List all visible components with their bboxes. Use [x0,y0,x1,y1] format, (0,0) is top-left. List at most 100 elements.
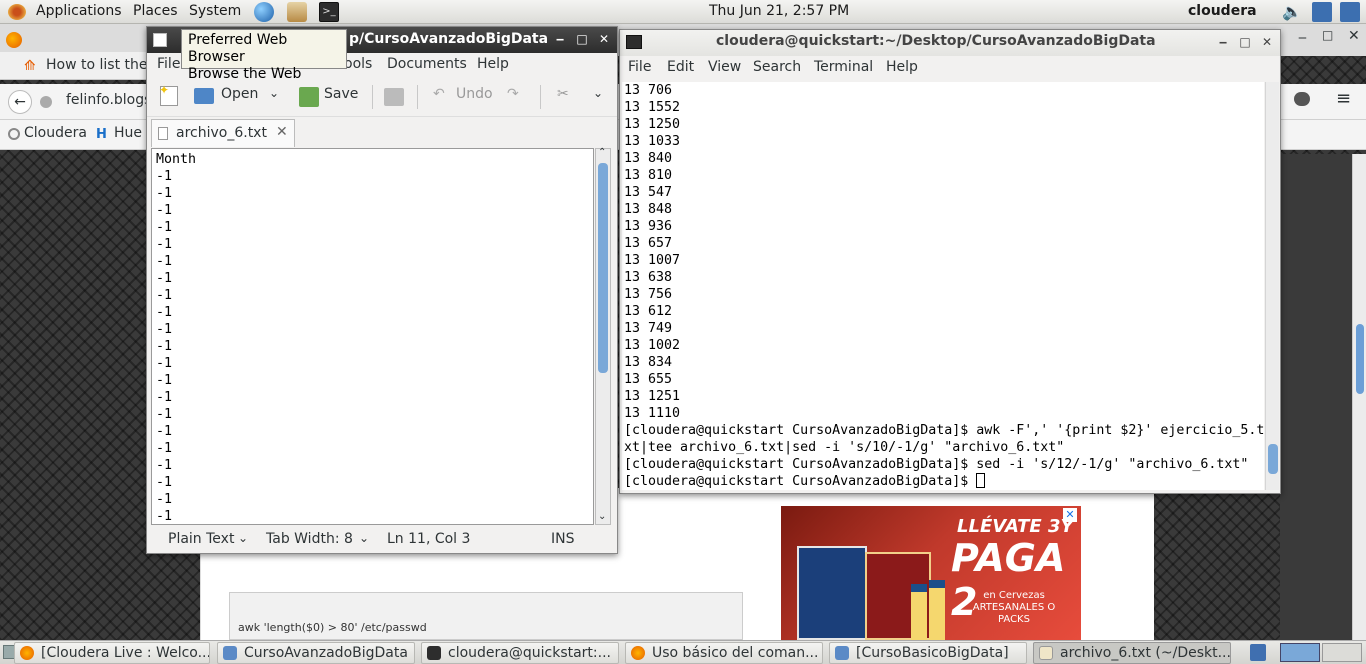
terminal-titlebar[interactable]: cloudera@quickstart:~/Desktop/CursoAvanz… [620,30,1280,56]
terminal-line: 13 1033 [624,134,681,149]
taskbar-label: Uso básico del coman... [652,645,819,661]
open-folder-icon[interactable] [194,88,214,104]
email-launcher-icon[interactable] [287,2,307,22]
ad-close-icon[interactable]: ✕ [1063,508,1077,522]
gedit-menu-tools[interactable]: ools [344,56,372,72]
open-button[interactable]: Open [221,86,258,102]
tab-width-selector[interactable]: Tab Width: 8 [266,531,353,547]
terminal-line: 13 834 [624,355,673,370]
save-button[interactable]: Save [324,86,358,102]
editor-scroll-thumb[interactable] [598,163,608,373]
gedit-window-icon [153,33,167,47]
menu-places[interactable]: Places [133,3,178,19]
terminal-menu-edit[interactable]: Edit [667,59,694,75]
taskbar-item-gedit[interactable]: archivo_6.txt (~/Deskt... [1033,642,1231,664]
firefox-icon [631,646,645,660]
text-editor-area[interactable]: Month -1 -1 -1 -1 -1 -1 -1 -1 -1 -1 -1 -1 -1 -1 -1 -1 -1 -… [151,148,594,525]
chat-icon[interactable] [1294,92,1310,106]
firefox-maximize-icon[interactable]: □ [1322,28,1333,42]
gedit-menu-file[interactable]: File [157,56,180,72]
terminal-scrollbar[interactable] [1265,82,1279,490]
gedit-maximize-icon[interactable]: □ [575,32,589,46]
tab-close-icon[interactable]: ✕ [276,124,288,140]
redo-icon[interactable]: ↷ [507,86,519,102]
terminal-menu-search[interactable]: Search [753,59,801,75]
gedit-menu-help[interactable]: Help [477,56,509,72]
print-icon[interactable] [384,88,404,106]
scroll-up-icon[interactable]: ⌃ [598,147,606,158]
editor-line: -1 [156,186,173,201]
language-selector[interactable]: Plain Text [168,531,234,547]
terminal-maximize-icon[interactable]: □ [1238,35,1252,49]
taskbar-item-folder-basico[interactable]: [CursoBasicoBigData] [829,642,1027,664]
site-info-icon[interactable] [40,96,52,108]
bookmark-hue[interactable]: Hue [114,125,142,141]
gedit-statusbar: Plain Text ⌄ Tab Width: 8 ⌄ Ln 11, Col 3… [147,527,617,553]
gedit-toolbar: ✦ Open ⌄ Save ↶ Undo ↷ ✂ ⌄ [147,77,617,117]
toolbar-overflow-icon[interactable]: ⌄ [593,86,603,100]
volume-icon[interactable]: 🔈 [1282,2,1302,22]
terminal-line: 13 749 [624,321,673,336]
open-dropdown-icon[interactable]: ⌄ [269,86,279,100]
back-icon[interactable]: ← [8,90,32,114]
new-document-icon[interactable]: ✦ [159,83,178,106]
terminal-title: cloudera@quickstart:~/Desktop/CursoAvanz… [716,33,1156,49]
gedit-menu-documents[interactable]: Documents [387,56,467,72]
terminal-menu-terminal[interactable]: Terminal [814,59,873,75]
scroll-down-icon[interactable]: ⌄ [598,511,606,522]
terminal-line: [cloudera@quickstart CursoAvanzadoBigDat… [624,423,1264,438]
undo-icon[interactable]: ↶ [433,86,445,102]
taskbar-item-terminal[interactable]: cloudera@quickstart:... [421,642,619,664]
tab-width-dropdown-icon[interactable]: ⌄ [359,531,369,545]
terminal-menu-help[interactable]: Help [886,59,918,75]
taskbar-item-firefox-cloudera[interactable]: [Cloudera Live : Welco... [14,642,210,664]
user-name[interactable]: cloudera [1188,3,1257,19]
firefox-minimize-icon[interactable]: ‒ [1298,30,1307,46]
code-snippet: awk 'length($0) > 80' /etc/passwd [238,621,427,634]
clock[interactable]: Thu Jun 21, 2:57 PM [709,3,849,19]
terminal-scroll-thumb[interactable] [1268,444,1278,474]
save-icon[interactable] [299,87,319,107]
ad-subtext: en Cervezas ARTESANALES O PACKS [972,590,1056,625]
firefox-close-icon[interactable]: ✕ [1348,28,1360,44]
display-icon[interactable] [1340,2,1360,22]
editor-line: -1 [156,305,173,320]
firefox-scrollbar[interactable] [1352,154,1366,640]
trash-icon[interactable] [1250,644,1266,661]
url-bar[interactable]: felinfo.blogs [66,92,151,108]
language-dropdown-icon[interactable]: ⌄ [238,531,248,545]
editor-line: -1 [156,458,173,473]
bookmark-cloudera[interactable]: Cloudera [24,125,87,141]
menu-system[interactable]: System [189,3,241,19]
taskbar-item-folder-avanzado[interactable]: CursoAvanzadoBigData [217,642,415,664]
document-tab[interactable]: archivo_6.txt ✕ [151,119,295,147]
terminal-close-icon[interactable]: ✕ [1260,35,1274,49]
gedit-close-icon[interactable]: ✕ [597,32,611,46]
menu-applications[interactable]: Applications [36,3,122,19]
terminal-output[interactable]: 13 706 13 1552 13 1250 13 1033 13 840 13 810 1… [622,82,1264,490]
terminal-menu-file[interactable]: File [628,59,651,75]
editor-line: -1 [156,288,173,303]
beer-pack-coronita [797,546,867,640]
hamburger-menu-icon[interactable]: ≡ [1336,90,1351,108]
beer-advertisement[interactable]: LLÉVATE 3Y PAGA 2 en Cervezas ARTESANALE… [781,506,1081,640]
editor-line: -1 [156,509,173,524]
firefox-icon[interactable] [6,32,22,48]
editor-scrollbar[interactable]: ⌃ ⌄ [595,147,611,525]
firefox-scroll-thumb[interactable] [1356,324,1364,394]
browser-launcher-tooltip: Preferred Web Browser Browse the Web [181,29,347,82]
cut-icon[interactable]: ✂ [557,86,569,102]
terminal-menu-view[interactable]: View [708,59,741,75]
terminal-line: 13 1002 [624,338,681,353]
terminal-launcher-icon[interactable]: >_ [319,2,339,22]
workspace-2[interactable] [1322,643,1362,662]
gedit-minimize-icon[interactable]: ‒ [553,32,567,46]
web-browser-launcher-icon[interactable] [254,2,274,22]
insert-mode: INS [551,531,575,547]
firefox-tab[interactable]: ⟰ How to list the [0,52,148,80]
network-icon[interactable] [1312,2,1332,22]
workspace-1[interactable] [1280,643,1320,662]
undo-button[interactable]: Undo [456,86,493,102]
terminal-minimize-icon[interactable]: ‒ [1216,35,1230,49]
taskbar-item-firefox-uso[interactable]: Uso básico del coman... [625,642,823,664]
